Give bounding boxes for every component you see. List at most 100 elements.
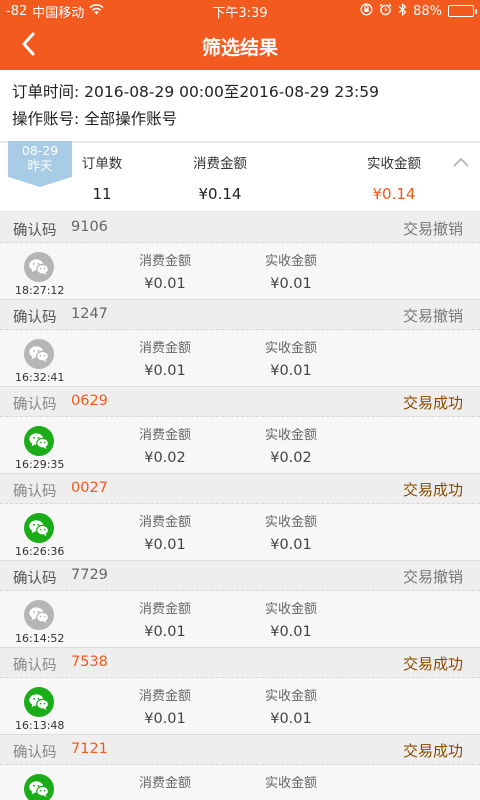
order-time: 16:14:52 — [15, 632, 65, 645]
wechat-icon — [24, 426, 54, 456]
consume-amount-label: 消费金额 — [138, 776, 191, 791]
back-button[interactable] — [10, 28, 46, 64]
battery-percent: 88% — [413, 3, 442, 19]
order-time: 16:26:36 — [15, 545, 65, 558]
wechat-icon — [24, 513, 54, 543]
daily-summary: 08-29 昨天 订单数 消费金额 实收金额 11 ¥0.14 ¥0.14 — [0, 141, 480, 212]
received-amount-value: ¥0.14 — [372, 185, 416, 203]
summary-date: 08-29 — [21, 143, 59, 158]
order-row[interactable]: 确认码 7121 交易成功消费金额 实收金额 — [0, 735, 480, 800]
confirm-code: 7121 — [71, 741, 108, 757]
transaction-status: 交易撤销 — [402, 307, 463, 325]
order-row[interactable]: 确认码 7729 交易撤销 16:14:52 消费金额 实收金额 ¥0.01 ¥0.01 — [0, 561, 480, 648]
confirm-code-label: 确认码 — [13, 397, 57, 413]
received-amount-label: 实收金额 — [264, 341, 317, 356]
received-amount: ¥0.01 — [270, 537, 312, 553]
confirm-code: 9106 — [71, 219, 108, 235]
consume-amount: ¥0.01 — [144, 363, 186, 379]
order-header: 确认码 0027 交易成功 — [0, 474, 480, 504]
confirm-code-label: 确认码 — [13, 658, 57, 674]
consume-amount-label: 消费金额 — [138, 602, 191, 617]
confirm-code: 1247 — [71, 306, 108, 322]
order-count-label: 订单数 — [81, 156, 123, 172]
received-amount: ¥0.01 — [270, 363, 312, 379]
consume-amount: ¥0.01 — [144, 276, 186, 292]
transaction-status: 交易成功 — [402, 394, 463, 412]
order-details: 16:14:52 消费金额 实收金额 ¥0.01 ¥0.01 — [0, 591, 480, 648]
received-amount: ¥0.01 — [270, 624, 312, 640]
confirm-code-label: 确认码 — [13, 571, 57, 587]
received-amount-label: 实收金额 — [264, 254, 317, 269]
order-details: 18:27:12 消费金额 实收金额 ¥0.01 ¥0.01 — [0, 243, 480, 300]
order-header: 确认码 1247 交易撤销 — [0, 300, 480, 330]
order-header: 确认码 9106 交易撤销 — [0, 213, 480, 243]
order-count-value: 11 — [92, 185, 112, 203]
order-row[interactable]: 确认码 1247 交易撤销 16:32:41 消费金额 实收金额 ¥0.01 ¥0.01 — [0, 300, 480, 387]
page-title: 筛选结果 — [201, 36, 278, 59]
date-badge: 08-29 昨天 — [8, 141, 72, 187]
transaction-status: 交易撤销 — [402, 568, 463, 586]
chevron-left-icon — [20, 31, 36, 61]
order-header: 确认码 7729 交易撤销 — [0, 561, 480, 591]
app-header: -82 中国移动 下午3:39 88% 筛选结果 — [0, 0, 480, 70]
received-amount-label: 实收金额 — [264, 689, 317, 704]
consume-amount-label: 消费金额 — [138, 341, 191, 356]
order-row[interactable]: 确认码 0629 交易成功 16:29:35 消费金额 实收金额 ¥0.02 ¥0.02 — [0, 387, 480, 474]
received-amount-label: 实收金额 — [367, 156, 421, 172]
transaction-status: 交易成功 — [402, 481, 463, 499]
received-amount: ¥0.01 — [270, 276, 312, 292]
nav-bar: 筛选结果 — [0, 22, 480, 70]
confirm-code: 0629 — [71, 393, 108, 409]
order-time: 16:29:35 — [15, 458, 65, 471]
wechat-icon — [24, 339, 54, 369]
received-amount-label: 实收金额 — [264, 776, 317, 791]
battery-icon — [448, 5, 477, 17]
confirm-code-label: 确认码 — [13, 745, 57, 761]
clock: 下午3:39 — [212, 5, 268, 21]
consume-amount: ¥0.01 — [144, 537, 186, 553]
consume-amount-label: 消费金额 — [138, 515, 191, 530]
confirm-code-label: 确认码 — [13, 310, 57, 326]
confirm-code: 0027 — [71, 480, 108, 496]
received-amount-label: 实收金额 — [264, 602, 317, 617]
consume-amount-value: ¥0.14 — [198, 185, 242, 203]
transaction-status: 交易撤销 — [402, 220, 463, 238]
confirm-code-label: 确认码 — [13, 484, 57, 500]
transaction-status: 交易成功 — [402, 742, 463, 760]
status-bar: -82 中国移动 下午3:39 88% — [0, 0, 480, 22]
alarm-icon — [379, 3, 392, 20]
transaction-status: 交易成功 — [402, 655, 463, 673]
collapse-button[interactable] — [452, 153, 474, 169]
order-row[interactable]: 确认码 9106 交易撤销 18:27:12 消费金额 实收金额 ¥0.01 ¥0.01 — [0, 213, 480, 300]
filter-criteria: 订单时间: 2016-08-29 00:00至2016-08-29 23:59 … — [0, 70, 480, 141]
consume-amount-label: 消费金额 — [138, 689, 191, 704]
wechat-icon — [24, 774, 54, 800]
order-row[interactable]: 确认码 0027 交易成功 16:26:36 消费金额 实收金额 ¥0.01 ¥0.01 — [0, 474, 480, 561]
confirm-code: 7538 — [71, 654, 108, 670]
rotation-lock-icon — [360, 3, 373, 20]
order-row[interactable]: 确认码 7538 交易成功 16:13:48 消费金额 实收金额 ¥0.01 ¥0.01 — [0, 648, 480, 735]
consume-amount: ¥0.01 — [144, 711, 186, 727]
wechat-icon — [24, 252, 54, 282]
received-amount-label: 实收金额 — [264, 428, 317, 443]
order-details: 16:26:36 消费金额 实收金额 ¥0.01 ¥0.01 — [0, 504, 480, 561]
order-time: 16:32:41 — [15, 371, 65, 384]
consume-amount-label: 消费金额 — [193, 156, 247, 172]
order-time: 16:13:48 — [15, 719, 65, 732]
carrier-name: 中国移动 — [32, 5, 85, 21]
order-details: 16:29:35 消费金额 实收金额 ¥0.02 ¥0.02 — [0, 417, 480, 474]
operator-account: 操作账号: 全部操作账号 — [12, 110, 178, 128]
consume-amount-label: 消费金额 — [138, 428, 191, 443]
wechat-icon — [24, 600, 54, 630]
received-amount: ¥0.02 — [270, 450, 312, 466]
order-header: 确认码 7538 交易成功 — [0, 648, 480, 678]
signal-strength: -82 — [6, 3, 28, 19]
wechat-icon — [24, 687, 54, 717]
summary-day: 昨天 — [27, 158, 53, 173]
bluetooth-icon — [398, 2, 407, 20]
order-details: 16:32:41 消费金额 实收金额 ¥0.01 ¥0.01 — [0, 330, 480, 387]
order-time: 18:27:12 — [15, 284, 65, 297]
order-header: 确认码 7121 交易成功 — [0, 735, 480, 765]
order-list: 确认码 9106 交易撤销 18:27:12 消费金额 实收金额 ¥0.01 ¥0.01 确认码… — [0, 213, 480, 800]
order-time-range: 订单时间: 2016-08-29 00:00至2016-08-29 23:59 — [12, 83, 379, 101]
